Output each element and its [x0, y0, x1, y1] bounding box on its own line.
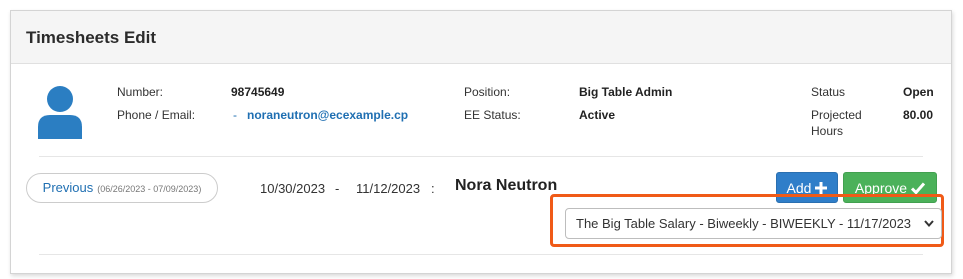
previous-range: (06/26/2023 - 07/09/2023) [97, 184, 202, 194]
check-icon [911, 182, 926, 194]
projected-hours-value: 80.00 [903, 108, 934, 122]
ee-status-value: Active [579, 108, 616, 122]
panel-header: Timesheets Edit [11, 11, 951, 64]
status-value: Open [903, 85, 934, 99]
page-title: Timesheets Edit [26, 28, 157, 47]
contact-dash: - [233, 108, 237, 122]
timesheet-panel: Timesheets Edit Number: 98745649 Phone /… [10, 10, 952, 274]
period-end-date: 11/12/2023 [356, 181, 421, 196]
period-dash: - [335, 181, 340, 196]
divider [39, 254, 923, 255]
ee-status-label: EE Status: [464, 108, 521, 122]
previous-label: Previous [42, 180, 94, 195]
position-value: Big Table Admin [579, 85, 673, 99]
pay-schedule-select[interactable]: The Big Table Salary - Biweekly - BIWEEK… [565, 208, 942, 239]
contact-label: Phone / Email: [117, 108, 196, 122]
position-label: Position: [464, 85, 511, 99]
projected-label-line2: Hours [811, 124, 844, 138]
employee-name: Nora Neutron [455, 177, 558, 194]
pay-schedule-selected: The Big Table Salary - Biweekly - BIWEEK… [576, 216, 912, 231]
number-label: Number: [117, 85, 164, 99]
user-avatar-icon [38, 86, 82, 139]
plus-icon [815, 182, 828, 194]
chevron-down-icon [924, 220, 934, 228]
email-link[interactable]: noraneutron@ecexample.cp [247, 108, 408, 122]
previous-period-button[interactable]: Previous (06/26/2023 - 07/09/2023) [26, 173, 218, 203]
projected-label-line1: Projected [811, 108, 862, 122]
divider [39, 156, 923, 157]
period-colon: : [431, 181, 435, 196]
number-value: 98745649 [231, 85, 285, 99]
status-label: Status [811, 85, 846, 99]
period-start-date: 10/30/2023 [260, 181, 326, 196]
